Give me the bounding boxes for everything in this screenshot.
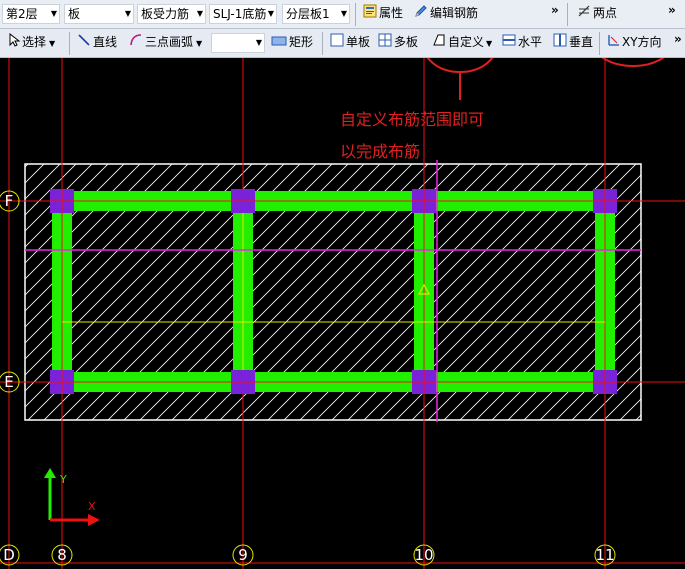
vertical-label: 垂直 [569, 35, 594, 49]
cursor-arrow-icon [8, 32, 21, 52]
line-icon [77, 33, 91, 52]
draw-toolbar: 选择 ▼ 直线 三点画弧 ▼ ▼ 矩形 单板 多板 自定义 ▼ 水平 垂直 XY… [0, 29, 685, 58]
arc-tool-button[interactable]: 三点画弧 ▼ [126, 33, 205, 53]
chevron-down-icon: ▼ [267, 9, 274, 18]
drawing-canvas[interactable]: Y X [0, 58, 685, 569]
pencil-icon [414, 4, 428, 23]
annotation-line-2: 以完成布筋 [340, 142, 421, 161]
coordinate-indicator: Y X [44, 468, 100, 526]
edit-rebar-button[interactable]: 编辑钢筋 [411, 4, 481, 24]
top-toolbar: 第2层 ▼ 板 ▼ 板受力筋 ▼ SLJ-1底筋 ▼ 分层板1 ▼ 属性 编辑钢筋 » 两… [0, 0, 685, 29]
arc-icon [129, 33, 143, 52]
custom-range-button[interactable]: 自定义 ▼ [429, 33, 495, 53]
chevron-down-icon: ▼ [486, 39, 493, 48]
multi-board-label: 多板 [394, 35, 419, 49]
xy-direction-button[interactable]: XY方向 [603, 33, 665, 53]
axis-label-F: F [4, 192, 14, 210]
axis-label-8: 8 [57, 546, 67, 564]
select-tool-label: 选择 [22, 35, 47, 49]
xy-direction-label: XY方向 [622, 35, 662, 49]
chevron-down-icon: ▼ [124, 9, 131, 18]
custom-shape-icon [432, 33, 446, 52]
annotation-line-1: 自定义布筋范围即可 [340, 110, 485, 129]
rebar-type-select[interactable]: 板受力筋 ▼ [137, 4, 206, 24]
toolbar-divider [322, 32, 323, 55]
cad-application: 第2层 ▼ 板 ▼ 板受力筋 ▼ SLJ-1底筋 ▼ 分层板1 ▼ 属性 编辑钢筋 » 两… [0, 0, 685, 569]
toolbar-overflow-icon[interactable]: » [674, 32, 682, 46]
floor-select[interactable]: 第2层 ▼ [2, 4, 60, 24]
rebar-name-select-value: SLJ-1底筋 [213, 7, 267, 21]
chevron-down-icon: ▼ [255, 38, 262, 47]
axis-label-E: E [4, 373, 14, 391]
toolbar-overflow-icon[interactable]: » [551, 3, 559, 17]
toolbar-overflow-icon[interactable]: » [668, 3, 676, 17]
callout-circle [601, 58, 665, 67]
two-points-icon [577, 4, 591, 23]
horizontal-icon [502, 33, 516, 52]
callout-circle [426, 58, 494, 73]
rebar-name-select[interactable]: SLJ-1底筋 ▼ [209, 4, 277, 24]
floor-select-value: 第2层 [6, 7, 38, 21]
y-label: Y [59, 473, 67, 486]
multi-board-button[interactable]: 多板 [375, 33, 421, 53]
y-arrow-head [44, 468, 56, 478]
select-tool-button[interactable]: 选择 ▼ [5, 32, 58, 53]
rectangle-tool-button[interactable]: 矩形 [268, 33, 316, 53]
chevron-down-icon: ▼ [49, 39, 56, 48]
multi-board-icon [378, 33, 392, 52]
x-label: X [88, 500, 96, 513]
axis-label-11: 11 [595, 546, 615, 564]
layer-select-value: 分层板1 [286, 7, 330, 21]
line-tool-button[interactable]: 直线 [74, 33, 120, 53]
two-points-label: 两点 [593, 6, 618, 20]
component-select[interactable]: 板 ▼ [64, 4, 134, 24]
arc-tool-label: 三点画弧 [145, 35, 194, 49]
toolbar-divider [567, 3, 568, 26]
single-board-icon [330, 33, 344, 52]
horizontal-button[interactable]: 水平 [499, 33, 545, 53]
layer-select[interactable]: 分层板1 ▼ [282, 4, 350, 24]
properties-button[interactable]: 属性 [360, 4, 406, 24]
rectangle-tool-label: 矩形 [289, 35, 314, 49]
horizontal-label: 水平 [518, 35, 543, 49]
arc-mode-select[interactable]: ▼ [211, 33, 265, 53]
chevron-down-icon: ▼ [196, 39, 203, 48]
properties-icon [363, 4, 377, 23]
chevron-down-icon: ▼ [340, 9, 347, 18]
two-points-button[interactable]: 两点 [574, 4, 620, 24]
xy-direction-icon [606, 33, 620, 52]
chevron-down-icon: ▼ [196, 9, 203, 18]
toolbar-divider [355, 3, 356, 26]
toolbar-divider [69, 32, 70, 55]
chevron-down-icon: ▼ [50, 9, 57, 18]
axis-label-10: 10 [414, 546, 434, 564]
component-select-value: 板 [68, 7, 81, 21]
vertical-button[interactable]: 垂直 [550, 33, 596, 53]
single-board-button[interactable]: 单板 [327, 33, 373, 53]
axis-label-D: D [3, 546, 15, 564]
rebar-type-select-value: 板受力筋 [141, 7, 190, 21]
properties-label: 属性 [379, 6, 404, 20]
vertical-icon [553, 33, 567, 52]
custom-range-label: 自定义 [448, 35, 485, 49]
toolbar-divider [599, 32, 600, 55]
x-arrow-head [88, 514, 100, 526]
edit-rebar-label: 编辑钢筋 [430, 6, 479, 20]
single-board-label: 单板 [346, 35, 371, 49]
line-tool-label: 直线 [93, 35, 118, 49]
axis-label-9: 9 [238, 546, 248, 564]
rectangle-icon [271, 34, 287, 52]
